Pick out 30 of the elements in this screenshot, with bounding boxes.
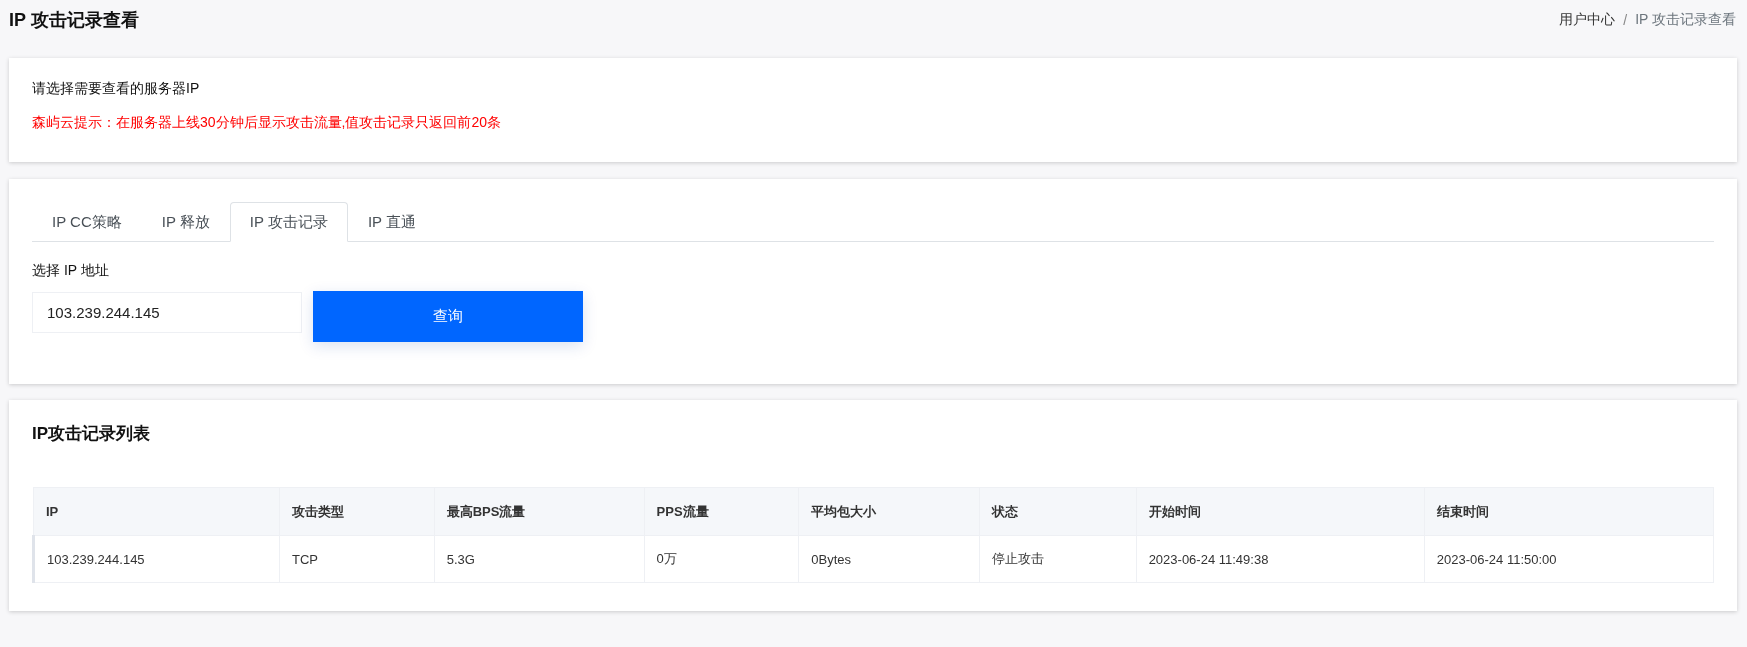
warning-text: 森屿云提示：在服务器上线30分钟后显示攻击流量,值攻击记录只返回前20条 <box>32 114 503 132</box>
table-cell: 0Bytes <box>798 535 980 583</box>
column-header: 攻击类型 <box>279 487 435 536</box>
column-header: 最高BPS流量 <box>434 487 645 536</box>
table-cell: TCP <box>279 535 435 583</box>
table-cell: 2023-06-24 11:49:38 <box>1136 535 1425 583</box>
column-header: 状态 <box>979 487 1137 536</box>
table-title: IP攻击记录列表 <box>32 423 152 445</box>
table-cell: 0万 <box>644 535 799 583</box>
tab[interactable]: IP 攻击记录 <box>229 202 348 242</box>
breadcrumb-link[interactable]: IP 攻击记录查看 <box>1635 11 1736 29</box>
column-header: 结束时间 <box>1424 487 1714 536</box>
breadcrumb-separator: / <box>1623 12 1628 28</box>
tab[interactable]: IP 释放 <box>141 202 230 242</box>
query-button[interactable]: 查询 <box>313 291 583 342</box>
breadcrumb-link[interactable]: 用户中心 <box>1559 11 1616 29</box>
page-title: IP 攻击记录查看 <box>9 9 139 32</box>
column-header: 开始时间 <box>1136 487 1425 536</box>
tab[interactable]: IP CC策略 <box>32 202 142 242</box>
table-cell: 103.239.244.145 <box>33 535 280 583</box>
column-header: 平均包大小 <box>798 487 980 536</box>
column-header: PPS流量 <box>644 487 799 536</box>
field-label: 选择 IP 地址 <box>32 262 110 280</box>
table-cell: 5.3G <box>434 535 645 583</box>
column-header: IP <box>33 487 280 536</box>
table-cell: 停止攻击 <box>979 535 1137 583</box>
ip-input-field[interactable]: 103.239.244.145 <box>32 292 302 333</box>
table-cell: 2023-06-24 11:50:00 <box>1424 535 1714 583</box>
prompt-text: 请选择需要查看的服务器IP <box>32 80 201 98</box>
tab[interactable]: IP 直通 <box>347 202 436 242</box>
